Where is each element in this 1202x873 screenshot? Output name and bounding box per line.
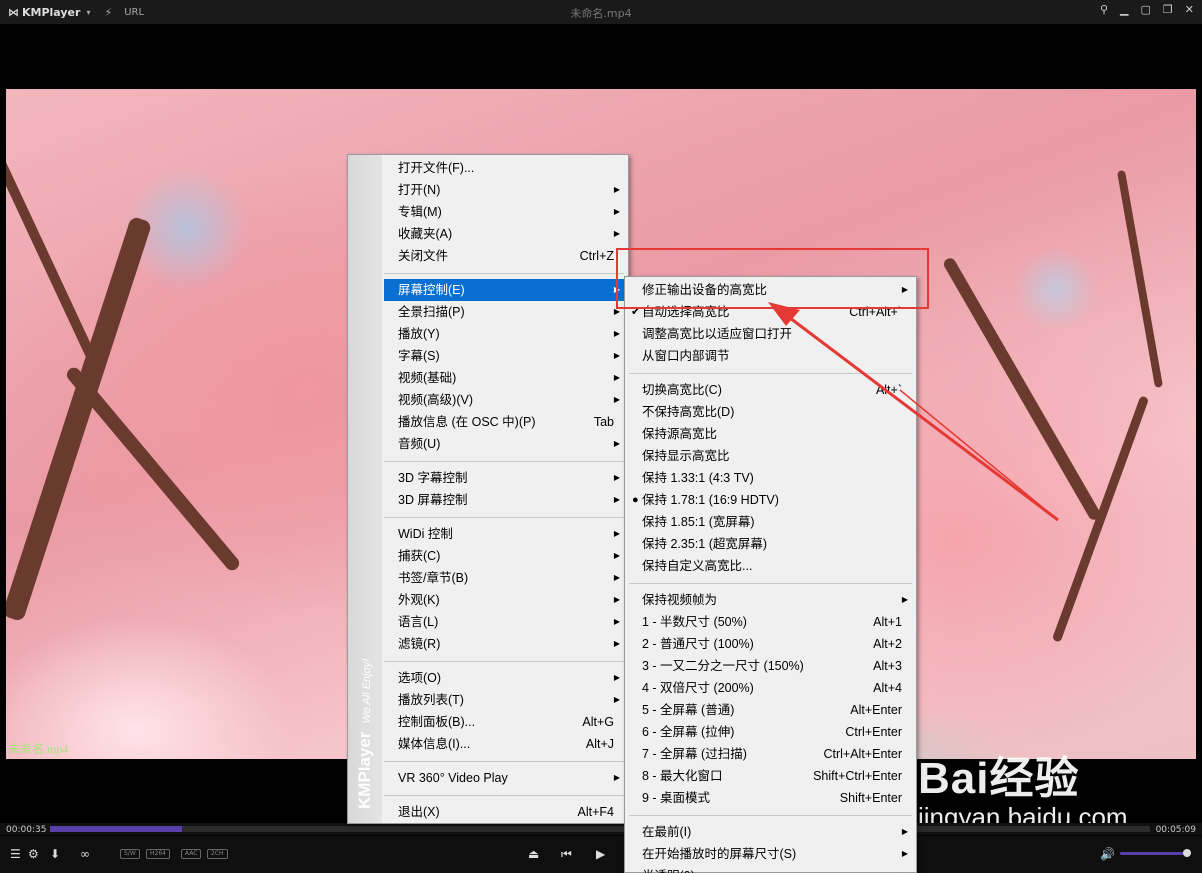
annotation-arrow <box>768 302 1059 522</box>
